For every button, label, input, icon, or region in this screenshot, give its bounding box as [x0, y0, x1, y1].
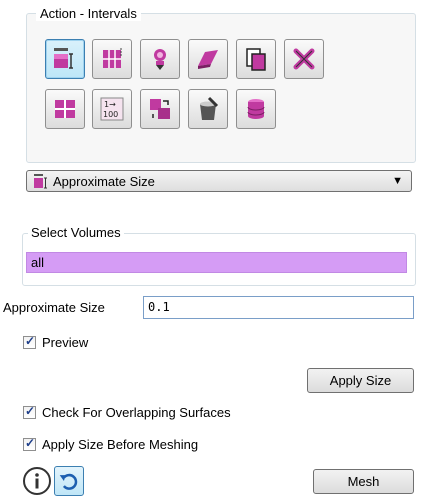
- smooth-eraser-icon: [198, 50, 218, 69]
- select-volumes-title: Select Volumes: [28, 225, 124, 240]
- approximate-size-icon: [54, 48, 73, 69]
- volume-cylinder-tool-button[interactable]: [236, 89, 276, 129]
- paint-bucket-icon: [200, 96, 219, 120]
- match-intervals-tool-button[interactable]: [140, 89, 180, 129]
- apply-before-meshing-checkbox[interactable]: [23, 436, 36, 451]
- copy-document-icon: [246, 48, 266, 71]
- auto-factor-icon: [154, 49, 166, 70]
- mesh-button[interactable]: Mesh: [313, 469, 414, 494]
- check-overlapping-label: Check For Overlapping Surfaces: [42, 405, 231, 420]
- info-icon: [23, 467, 51, 495]
- remove-icon: [293, 48, 315, 70]
- svg-text:1→: 1→: [104, 100, 116, 109]
- approximate-size-icon: [34, 174, 47, 189]
- auto-factor-tool-button[interactable]: [140, 39, 180, 79]
- mesh-block-icon: [55, 100, 75, 118]
- chevron-down-icon: ▼: [392, 175, 403, 187]
- apply-before-meshing-label: Apply Size Before Meshing: [42, 437, 199, 452]
- match-intervals-icon: [150, 99, 170, 119]
- interval-count-icon: 1→ 100: [100, 97, 124, 121]
- volume-cylinder-icon: [247, 99, 265, 119]
- undo-icon: [59, 473, 78, 490]
- approximate-size-input[interactable]: 0.1: [143, 296, 414, 319]
- grid-interval-tool-button[interactable]: [92, 39, 132, 79]
- action-intervals-group: [26, 13, 416, 163]
- undo-button[interactable]: [54, 466, 84, 496]
- preview-checkbox[interactable]: [23, 334, 36, 349]
- approximate-size-tool-button[interactable]: [45, 39, 85, 79]
- mesh-block-tool-button[interactable]: [45, 89, 85, 129]
- check-overlapping-checkbox[interactable]: [23, 404, 36, 419]
- paint-bucket-tool-button[interactable]: [188, 89, 228, 129]
- action-intervals-title: Action - Intervals: [36, 6, 141, 21]
- apply-size-button[interactable]: Apply Size: [307, 368, 414, 393]
- remove-tool-button[interactable]: [284, 39, 324, 79]
- grid-interval-icon: [103, 48, 122, 68]
- info-button[interactable]: [22, 466, 52, 496]
- method-dropdown-value: Approximate Size: [53, 174, 155, 189]
- method-dropdown[interactable]: Approximate Size ▼: [26, 170, 412, 192]
- copy-document-tool-button[interactable]: [236, 39, 276, 79]
- preview-label: Preview: [42, 335, 89, 350]
- svg-text:100: 100: [103, 110, 118, 119]
- interval-count-tool-button[interactable]: 1→ 100: [92, 89, 132, 129]
- smooth-eraser-tool-button[interactable]: [188, 39, 228, 79]
- select-volumes-input[interactable]: all: [26, 252, 407, 273]
- approximate-size-label: Approximate Size: [3, 300, 105, 315]
